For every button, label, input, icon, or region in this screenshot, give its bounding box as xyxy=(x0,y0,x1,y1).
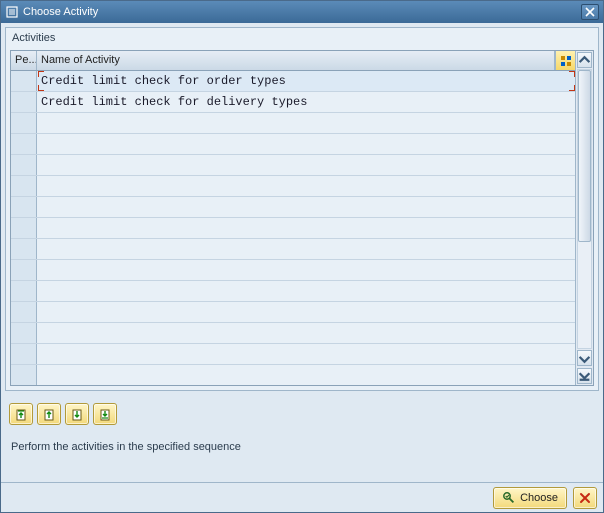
column-header-pe[interactable]: Pe... xyxy=(11,51,37,70)
dialog-footer: Choose xyxy=(1,482,603,512)
row-indicator-cell[interactable] xyxy=(11,113,37,133)
table-row[interactable] xyxy=(11,176,575,197)
chevron-up-icon xyxy=(578,54,591,67)
page-down-icon xyxy=(70,407,84,421)
activity-name-cell[interactable] xyxy=(37,155,575,175)
close-button[interactable] xyxy=(581,4,599,20)
doc-down-button[interactable] xyxy=(65,403,89,425)
row-indicator-cell[interactable] xyxy=(11,323,37,343)
table-row[interactable] xyxy=(11,239,575,260)
doc-up-button[interactable] xyxy=(37,403,61,425)
activity-name-cell[interactable] xyxy=(37,197,575,217)
titlebar: Choose Activity xyxy=(1,1,603,23)
activity-name-cell[interactable] xyxy=(37,323,575,343)
cancel-button[interactable] xyxy=(573,487,597,509)
page-bottom-icon xyxy=(98,407,112,421)
choose-button-label: Choose xyxy=(520,492,558,504)
row-indicator-cell[interactable] xyxy=(11,197,37,217)
column-header-name[interactable]: Name of Activity xyxy=(37,51,555,70)
table-row[interactable] xyxy=(11,365,575,385)
vertical-scrollbar[interactable] xyxy=(575,51,593,385)
doc-toolbar xyxy=(5,397,599,435)
activity-name-cell[interactable] xyxy=(37,302,575,322)
activity-name-cell[interactable]: Credit limit check for order types xyxy=(37,71,575,91)
selection-corner xyxy=(38,85,44,91)
table-row[interactable] xyxy=(11,134,575,155)
activity-name-cell[interactable] xyxy=(37,176,575,196)
selection-corner xyxy=(569,85,575,91)
choose-button[interactable]: Choose xyxy=(493,487,567,509)
activity-name-cell[interactable] xyxy=(37,239,575,259)
doc-bottom-button[interactable] xyxy=(93,403,117,425)
table-row[interactable] xyxy=(11,113,575,134)
selection-corner xyxy=(38,71,44,77)
window-title: Choose Activity xyxy=(23,6,98,18)
activities-group: Activities Pe... Name of Activity Cred xyxy=(5,27,599,391)
choose-icon xyxy=(502,491,516,505)
scroll-up-button[interactable] xyxy=(577,52,592,68)
titlebar-left: Choose Activity xyxy=(5,5,98,19)
chevron-down-icon xyxy=(578,352,591,365)
scroll-thumb[interactable] xyxy=(578,70,591,242)
cancel-icon xyxy=(578,491,592,505)
row-indicator-cell[interactable] xyxy=(11,302,37,322)
activity-name-cell[interactable] xyxy=(37,260,575,280)
close-icon xyxy=(585,7,595,17)
group-title: Activities xyxy=(6,28,598,48)
page-top-icon xyxy=(14,407,28,421)
table-header: Pe... Name of Activity xyxy=(11,51,575,71)
activity-name-cell[interactable] xyxy=(37,365,575,385)
activity-name-cell[interactable] xyxy=(37,134,575,154)
activity-name-cell[interactable]: Credit limit check for delivery types xyxy=(37,92,575,112)
table-row[interactable]: Credit limit check for order types xyxy=(11,71,575,92)
activity-name-cell[interactable] xyxy=(37,281,575,301)
activities-table: Pe... Name of Activity Credit limit chec… xyxy=(10,50,594,386)
row-indicator-cell[interactable] xyxy=(11,134,37,154)
window-icon xyxy=(5,5,19,19)
activity-name-cell[interactable] xyxy=(37,344,575,364)
scroll-track[interactable] xyxy=(577,69,592,349)
activity-name-cell[interactable] xyxy=(37,113,575,133)
row-indicator-cell[interactable] xyxy=(11,281,37,301)
table-row[interactable]: Credit limit check for delivery types xyxy=(11,92,575,113)
selection-corner xyxy=(569,71,575,77)
table-row[interactable] xyxy=(11,281,575,302)
row-indicator-cell[interactable] xyxy=(11,344,37,364)
dialog-window: Choose Activity Activities Pe... Name of… xyxy=(0,0,604,513)
chevron-down-end-icon xyxy=(578,370,591,383)
row-indicator-cell[interactable] xyxy=(11,71,37,91)
scroll-end-button[interactable] xyxy=(577,368,592,384)
table-area: Pe... Name of Activity Credit limit chec… xyxy=(11,51,575,385)
table-config-button[interactable] xyxy=(555,51,575,70)
table-row[interactable] xyxy=(11,197,575,218)
table-body: Credit limit check for order typesCredit… xyxy=(11,71,575,385)
table-config-icon xyxy=(560,55,572,67)
row-indicator-cell[interactable] xyxy=(11,155,37,175)
content-area: Activities Pe... Name of Activity Cred xyxy=(1,23,603,482)
activity-name-cell[interactable] xyxy=(37,218,575,238)
instruction-text: Perform the activities in the specified … xyxy=(5,435,599,471)
table-row[interactable] xyxy=(11,260,575,281)
table-row[interactable] xyxy=(11,344,575,365)
row-indicator-cell[interactable] xyxy=(11,239,37,259)
doc-top-button[interactable] xyxy=(9,403,33,425)
table-row[interactable] xyxy=(11,155,575,176)
table-row[interactable] xyxy=(11,323,575,344)
row-indicator-cell[interactable] xyxy=(11,260,37,280)
scroll-down-button[interactable] xyxy=(577,350,592,366)
row-indicator-cell[interactable] xyxy=(11,218,37,238)
page-up-icon xyxy=(42,407,56,421)
row-indicator-cell[interactable] xyxy=(11,176,37,196)
table-row[interactable] xyxy=(11,302,575,323)
row-indicator-cell[interactable] xyxy=(11,92,37,112)
table-row[interactable] xyxy=(11,218,575,239)
row-indicator-cell[interactable] xyxy=(11,365,37,385)
